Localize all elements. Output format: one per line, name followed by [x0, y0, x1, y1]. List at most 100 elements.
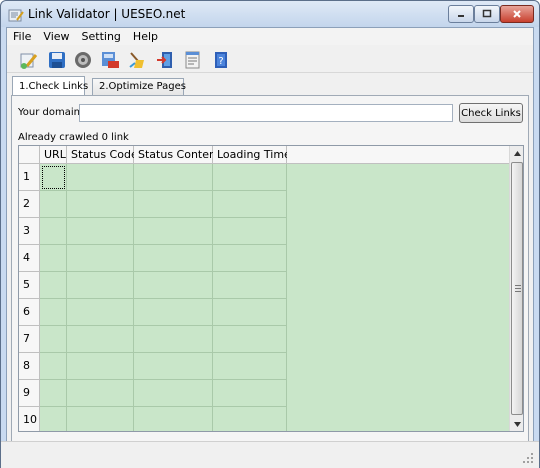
exit-icon[interactable]	[155, 50, 175, 70]
cell-status-code[interactable]	[67, 380, 134, 407]
cell-loading-time[interactable]	[213, 164, 287, 191]
table-row[interactable]: 3	[19, 218, 287, 245]
help-book-icon[interactable]: ?	[211, 50, 231, 70]
column-header-status-code[interactable]: Status Code	[67, 146, 138, 164]
table-row[interactable]: 9	[19, 380, 287, 407]
cell-loading-time[interactable]	[213, 218, 287, 245]
cell-status-content[interactable]	[134, 299, 213, 326]
tab-check-links[interactable]: 1.Check Links	[12, 76, 88, 96]
cell-status-content[interactable]	[134, 326, 213, 353]
table-row[interactable]: 5	[19, 272, 287, 299]
menu-view[interactable]: View	[43, 30, 69, 43]
cell-url[interactable]	[40, 407, 67, 431]
check-links-button[interactable]: Check Links	[459, 103, 523, 123]
cell-url[interactable]	[40, 326, 67, 353]
column-header-status-content[interactable]: Status Content	[134, 146, 220, 164]
client-area: File View Setting Help ? 1.Check Links 2…	[6, 27, 534, 463]
cell-url[interactable]	[40, 245, 67, 272]
cell-status-code[interactable]	[67, 272, 134, 299]
column-header-url[interactable]: URL	[40, 146, 67, 164]
cell-url[interactable]	[40, 191, 67, 218]
resize-grip-icon[interactable]	[523, 453, 533, 463]
domain-input[interactable]	[79, 104, 453, 122]
menu-setting[interactable]: Setting	[82, 30, 121, 43]
vertical-scrollbar[interactable]	[509, 146, 523, 431]
check-links-panel: Your domain: Check Links Already crawled…	[11, 95, 529, 457]
app-icon	[8, 9, 24, 22]
cell-loading-time[interactable]	[213, 326, 287, 353]
minimize-button[interactable]	[448, 5, 474, 23]
column-header-loading-time[interactable]: Loading Time	[213, 146, 291, 164]
cell-status-content[interactable]	[134, 218, 213, 245]
cell-loading-time[interactable]	[213, 407, 287, 431]
cell-status-code[interactable]	[67, 326, 134, 353]
save-icon[interactable]	[47, 50, 67, 70]
cell-url[interactable]	[40, 353, 67, 380]
new-scan-icon[interactable]	[19, 50, 39, 70]
scroll-up-button[interactable]	[510, 146, 523, 161]
row-header[interactable]: 1	[19, 164, 40, 191]
cell-status-code[interactable]	[67, 164, 134, 191]
cell-loading-time[interactable]	[213, 272, 287, 299]
row-header[interactable]: 3	[19, 218, 40, 245]
cell-loading-time[interactable]	[213, 353, 287, 380]
cell-loading-time[interactable]	[213, 299, 287, 326]
table-row[interactable]: 10	[19, 407, 287, 431]
row-header[interactable]: 2	[19, 191, 40, 218]
cell-status-code[interactable]	[67, 245, 134, 272]
row-header[interactable]: 10	[19, 407, 40, 431]
menu-file[interactable]: File	[13, 30, 31, 43]
cell-status-code[interactable]	[67, 299, 134, 326]
row-header[interactable]: 9	[19, 380, 40, 407]
crawl-status: Already crawled 0 link	[18, 132, 129, 143]
cell-status-content[interactable]	[134, 245, 213, 272]
cell-url[interactable]	[40, 299, 67, 326]
cell-status-content[interactable]	[134, 272, 213, 299]
cell-status-code[interactable]	[67, 407, 134, 431]
menu-bar: File View Setting Help	[7, 28, 533, 45]
title-bar[interactable]: Link Validator | UESEO.net	[1, 1, 539, 27]
cell-status-code[interactable]	[67, 191, 134, 218]
cell-loading-time[interactable]	[213, 191, 287, 218]
row-header[interactable]: 7	[19, 326, 40, 353]
minimize-icon	[458, 15, 464, 17]
table-row[interactable]: 6	[19, 299, 287, 326]
tab-optimize-pages[interactable]: 2.Optimize Pages	[92, 78, 186, 96]
maximize-icon	[482, 9, 492, 18]
row-header[interactable]: 4	[19, 245, 40, 272]
cell-url[interactable]	[40, 218, 67, 245]
scrollbar-thumb[interactable]	[511, 162, 523, 415]
cell-status-code[interactable]	[67, 353, 134, 380]
cell-status-content[interactable]	[134, 191, 213, 218]
cell-status-content[interactable]	[134, 164, 213, 191]
cell-url[interactable]	[40, 164, 67, 191]
results-grid[interactable]: URL Status Code Status Content Loading T…	[18, 145, 524, 432]
row-header[interactable]: 8	[19, 353, 40, 380]
table-row[interactable]: 4	[19, 245, 287, 272]
settings-icon[interactable]	[73, 50, 93, 70]
scroll-down-button[interactable]	[510, 417, 523, 431]
cell-status-code[interactable]	[67, 218, 134, 245]
row-header[interactable]: 5	[19, 272, 40, 299]
report-icon[interactable]	[183, 50, 203, 70]
cell-loading-time[interactable]	[213, 245, 287, 272]
cell-loading-time[interactable]	[213, 380, 287, 407]
cell-url[interactable]	[40, 380, 67, 407]
clear-icon[interactable]	[127, 50, 147, 70]
cell-status-content[interactable]	[134, 380, 213, 407]
export-pdf-icon[interactable]	[100, 50, 120, 70]
row-header[interactable]: 6	[19, 299, 40, 326]
cell-status-content[interactable]	[134, 353, 213, 380]
cell-status-content[interactable]	[134, 407, 213, 431]
status-bar	[1, 441, 539, 468]
table-row[interactable]: 8	[19, 353, 287, 380]
maximize-button[interactable]	[474, 5, 500, 23]
close-button[interactable]	[500, 5, 534, 23]
table-row[interactable]: 2	[19, 191, 287, 218]
window-title: Link Validator | UESEO.net	[28, 7, 186, 21]
cell-url[interactable]	[40, 272, 67, 299]
svg-text:?: ?	[218, 56, 223, 67]
table-row[interactable]: 7	[19, 326, 287, 353]
menu-help[interactable]: Help	[133, 30, 158, 43]
table-row[interactable]: 1	[19, 164, 287, 191]
